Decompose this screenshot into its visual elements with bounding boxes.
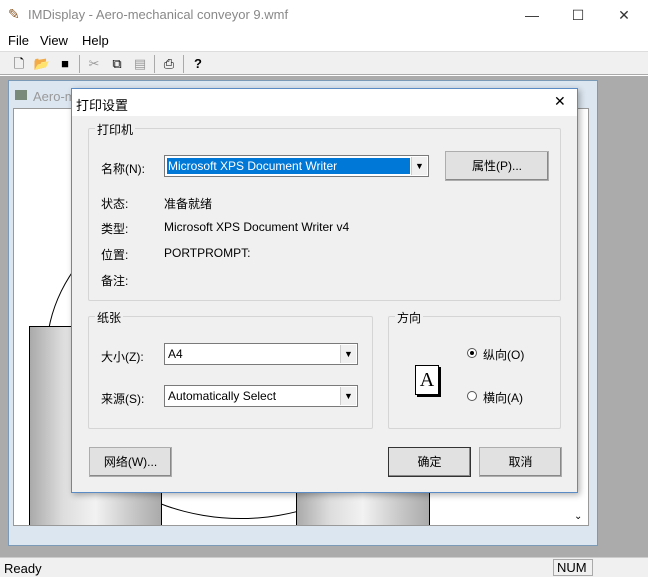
paper-size-select[interactable]: A4 ▼ [164, 343, 358, 365]
title-bar: ✎ IMDisplay - Aero-mechanical conveyor 9… [0, 0, 648, 30]
toolbar: 🗋 📂 ■ ✂ ⧉ ▤ ⎙ ? [0, 51, 648, 75]
landscape-label[interactable]: 横向(A) [483, 389, 523, 406]
paper-source-select[interactable]: Automatically Select ▼ [164, 385, 358, 407]
landscape-radio[interactable] [467, 391, 477, 401]
print-setup-dialog: 打印设置 ✕ 打印机 名称(N): Microsoft XPS Document… [71, 88, 578, 493]
new-icon[interactable]: 🗋 [10, 55, 28, 73]
paste-icon[interactable]: ▤ [131, 55, 149, 73]
where-value: PORTPROMPT: [164, 246, 251, 260]
scroll-down-icon[interactable]: ⌄ [574, 511, 582, 522]
chevron-down-icon: ▼ [340, 387, 356, 405]
menu-file[interactable]: File [8, 33, 29, 48]
print-icon[interactable]: ⎙ [160, 55, 178, 73]
status-text: Ready [4, 561, 42, 576]
orientation-group-label: 方向 [395, 309, 424, 326]
close-button[interactable]: ✕ [601, 0, 647, 30]
printer-name-select[interactable]: Microsoft XPS Document Writer ▼ [164, 155, 429, 177]
cancel-button[interactable]: 取消 [479, 447, 562, 477]
paper-size-value: A4 [168, 347, 183, 361]
status-value: 准备就绪 [164, 197, 213, 211]
menu-help[interactable]: Help [82, 33, 109, 48]
paper-group-label: 纸张 [95, 309, 124, 326]
orientation-preview: A [415, 365, 439, 395]
menu-view[interactable]: View [40, 33, 68, 48]
where-label: 位置: [101, 248, 129, 262]
menu-bar: File View Help [0, 30, 648, 50]
dialog-close-button[interactable]: ✕ [554, 93, 566, 110]
separator [79, 55, 80, 73]
paper-source-value: Automatically Select [168, 389, 277, 403]
printer-group-label: 打印机 [95, 121, 136, 138]
app-icon: ✎ [8, 6, 20, 22]
dialog-title-bar: 打印设置 ✕ [72, 89, 577, 116]
portrait-radio[interactable] [467, 348, 477, 358]
comment-label: 备注: [101, 274, 129, 288]
printer-name-label: 名称(N): [101, 162, 145, 176]
printer-name-value: Microsoft XPS Document Writer [168, 159, 338, 173]
dialog-title: 打印设置 [76, 98, 129, 113]
separator [154, 55, 155, 73]
paper-group: 纸张 大小(Z): A4 ▼ 来源(S): Automatically Sele… [88, 309, 373, 429]
chevron-down-icon: ▼ [411, 157, 427, 175]
chevron-down-icon: ▼ [340, 345, 356, 363]
type-label: 类型: [101, 222, 129, 236]
maximize-button[interactable]: ☐ [555, 0, 601, 30]
network-button[interactable]: 网络(W)... [89, 447, 172, 477]
open-icon[interactable]: 📂 [33, 55, 51, 73]
status-bar: Ready NUM [0, 557, 648, 577]
help-icon[interactable]: ? [189, 55, 207, 73]
num-lock-indicator: NUM [553, 559, 593, 576]
type-value: Microsoft XPS Document Writer v4 [164, 220, 350, 234]
printer-group: 打印机 名称(N): Microsoft XPS Document Writer… [88, 121, 561, 301]
orientation-group: 方向 A 纵向(O) 横向(A) [388, 309, 561, 429]
portrait-label[interactable]: 纵向(O) [483, 346, 524, 363]
minimize-button[interactable]: — [509, 0, 555, 30]
copy-icon[interactable]: ⧉ [108, 55, 126, 73]
properties-button[interactable]: 属性(P)... [445, 151, 549, 181]
save-icon[interactable]: ■ [56, 55, 74, 73]
paper-size-label: 大小(Z): [101, 350, 144, 364]
cut-icon[interactable]: ✂ [85, 55, 103, 73]
separator [183, 55, 184, 73]
document-icon [15, 90, 27, 100]
window-title: IMDisplay - Aero-mechanical conveyor 9.w… [28, 7, 289, 22]
status-label: 状态: [101, 197, 129, 211]
ok-button[interactable]: 确定 [388, 447, 471, 477]
paper-source-label: 来源(S): [101, 392, 145, 406]
